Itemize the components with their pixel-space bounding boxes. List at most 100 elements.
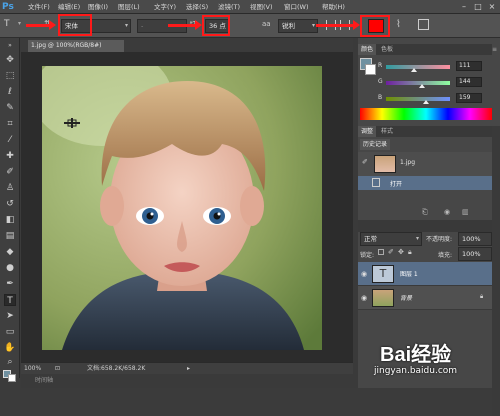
minimize-button[interactable]: – — [458, 2, 470, 12]
photo-canvas[interactable] — [42, 66, 322, 350]
collapse-icon[interactable]: » — [4, 40, 16, 52]
color-spectrum-bar[interactable] — [360, 108, 492, 120]
green-slider-thumb[interactable] — [419, 84, 426, 88]
blue-slider-thumb[interactable] — [422, 100, 429, 104]
lock-pixels-icon[interactable]: ✐ — [388, 248, 394, 256]
opacity-input[interactable]: 100% — [458, 232, 492, 246]
menu-bar: Ps 文件(F) 编辑(E) 图像(I) 图层(L) 文字(Y) 选择(S) 滤… — [0, 0, 500, 14]
opacity-label: 不透明度: — [426, 236, 453, 243]
history-brush-tool-icon[interactable]: ↺ — [4, 198, 16, 210]
menu-type[interactable]: 文字(Y) — [154, 2, 176, 12]
healing-brush-tool-icon[interactable]: ✚ — [4, 150, 16, 162]
path-select-tool-icon[interactable]: ➤ — [4, 310, 16, 322]
red-slider-thumb[interactable] — [410, 68, 417, 72]
chevron-down-icon: ▾ — [124, 22, 128, 29]
lock-label: 锁定: — [360, 252, 375, 259]
maximize-button[interactable]: □ — [472, 2, 484, 12]
blur-tool-icon[interactable]: ◆ — [4, 246, 16, 258]
blue-slider[interactable] — [386, 97, 450, 101]
warp-text-icon[interactable]: ⌇ — [396, 19, 401, 30]
eyedropper-tool-icon[interactable]: ⁄ — [4, 134, 16, 146]
eraser-tool-icon[interactable]: ◧ — [4, 214, 16, 226]
layer-name[interactable]: 背景 — [400, 293, 412, 302]
menu-layer[interactable]: 图层(L) — [118, 2, 140, 12]
chevron-down-icon: ▾ — [311, 22, 315, 29]
blend-mode-select[interactable]: 正常 ▾ — [360, 232, 422, 246]
arrow-annotation-2 — [168, 20, 202, 30]
menu-select[interactable]: 选择(S) — [186, 2, 208, 12]
camera-icon[interactable]: ◉ — [444, 208, 450, 216]
chevron-down-icon[interactable]: ▾ — [18, 20, 21, 27]
antialias-select[interactable]: 锐利 ▾ — [278, 19, 318, 33]
type-tool-icon[interactable]: T — [4, 294, 16, 306]
chevron-down-icon: ▾ — [415, 235, 419, 242]
menu-help[interactable]: 帮助(H) — [322, 2, 345, 12]
status-icon[interactable]: ⊡ — [55, 363, 60, 374]
timeline-panel[interactable]: 时间轴 — [21, 374, 353, 388]
arrow-annotation-3 — [316, 20, 360, 30]
green-value-input[interactable]: 144 — [456, 77, 482, 87]
snapshot-thumbnail — [374, 155, 396, 173]
trash-icon[interactable]: ▥ — [462, 208, 469, 216]
dodge-tool-icon[interactable]: ● — [4, 262, 16, 274]
tab-history[interactable]: 历史记录 — [360, 139, 391, 150]
new-document-from-state-icon[interactable]: ⎗ — [422, 208, 428, 217]
tab-swatches[interactable]: 色板 — [378, 44, 396, 55]
menu-filter[interactable]: 滤镜(T) — [218, 2, 240, 12]
watermark-url: jingyan.baidu.com — [374, 366, 458, 376]
green-label: G — [378, 78, 383, 85]
fill-input[interactable]: 100% — [458, 247, 492, 261]
hand-tool-icon[interactable]: ✋ — [4, 342, 16, 354]
background-color-swatch[interactable] — [365, 64, 376, 75]
red-slider[interactable] — [386, 65, 450, 69]
chevron-right-icon[interactable]: ▸ — [187, 363, 190, 374]
visibility-eye-icon[interactable]: ◉ — [361, 270, 367, 278]
marquee-tool-icon[interactable]: ⬚ — [4, 70, 16, 82]
close-button[interactable]: × — [486, 2, 498, 12]
lock-transparency-icon[interactable] — [378, 249, 384, 255]
type-tool-icon[interactable]: T — [4, 19, 18, 31]
visibility-eye-icon[interactable]: ◉ — [361, 294, 367, 302]
red-value-input[interactable]: 111 — [456, 61, 482, 71]
zoom-tool-icon[interactable]: ⌕ — [4, 356, 16, 368]
crop-tool-icon[interactable]: ⌗ — [4, 118, 16, 130]
photoshop-logo: Ps — [2, 2, 14, 12]
move-tool-icon[interactable]: ✥ — [4, 54, 16, 66]
blue-value-input[interactable]: 159 — [456, 93, 482, 103]
menu-image[interactable]: 图像(I) — [88, 2, 108, 12]
layer-name[interactable]: 图层 1 — [400, 269, 418, 278]
green-slider[interactable] — [386, 81, 450, 85]
history-panel-header: 历史记录 — [358, 139, 492, 150]
panel-menu-icon[interactable]: ≡ — [492, 46, 498, 54]
menu-view[interactable]: 视图(V) — [250, 2, 273, 12]
menu-edit[interactable]: 编辑(E) — [58, 2, 80, 12]
lock-all-icon[interactable]: 🔒︎ — [408, 248, 412, 257]
tab-adjustments[interactable]: 调整 — [358, 126, 377, 137]
quick-select-tool-icon[interactable]: ✎ — [4, 102, 16, 114]
clone-stamp-tool-icon[interactable]: ♙ — [4, 182, 16, 194]
brush-tool-icon[interactable]: ✐ — [4, 166, 16, 178]
menu-file[interactable]: 文件(F) — [28, 2, 50, 12]
history-snapshot-row[interactable]: ✐ 1.jpg — [358, 152, 492, 176]
lasso-tool-icon[interactable]: ℓ — [4, 86, 16, 98]
zoom-level[interactable]: 100% — [24, 363, 41, 374]
document-info: 文档:658.2K/658.2K — [87, 365, 146, 372]
lock-position-icon[interactable]: ✥ — [398, 248, 404, 256]
tab-color[interactable]: 颜色 — [358, 44, 377, 55]
background-layer-thumbnail — [372, 289, 394, 307]
character-panel-icon[interactable] — [418, 19, 429, 30]
gradient-tool-icon[interactable]: ▤ — [4, 230, 16, 242]
highlight-text-color — [360, 15, 390, 37]
tab-styles[interactable]: 样式 — [378, 126, 396, 137]
lock-icon: 🔒︎ — [480, 293, 484, 300]
snapshot-label: 1.jpg — [400, 159, 416, 166]
background-color-icon[interactable] — [8, 374, 16, 382]
pen-tool-icon[interactable]: ✒ — [4, 278, 16, 290]
menu-window[interactable]: 窗口(W) — [284, 2, 309, 12]
layer-row[interactable]: ◉ T 图层 1 — [358, 262, 492, 286]
layer-row[interactable]: ◉ 背景 🔒︎ — [358, 286, 492, 310]
document-tab[interactable]: 1.jpg @ 100%(RGB/8#) — [28, 40, 124, 52]
rectangle-tool-icon[interactable]: ▭ — [4, 326, 16, 338]
history-item-row[interactable]: 打开 — [358, 176, 492, 190]
green-slider-row: G 144 — [378, 77, 482, 88]
